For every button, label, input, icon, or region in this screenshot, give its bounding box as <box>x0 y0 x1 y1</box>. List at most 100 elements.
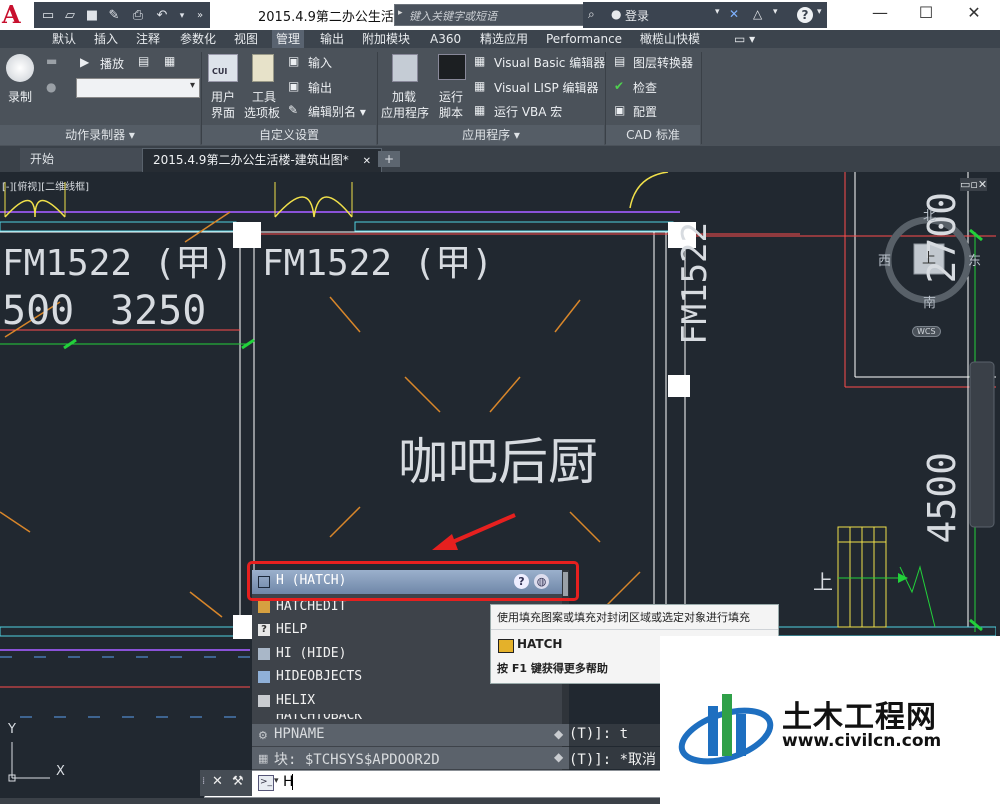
hatch-stroke <box>329 296 361 333</box>
tab-default[interactable]: 默认 <box>48 30 80 48</box>
tab-view[interactable]: 视图 <box>230 30 262 48</box>
recent-commands-dropdown-icon[interactable]: ▾ <box>274 776 279 786</box>
viewcube-east[interactable]: 东 <box>968 250 981 269</box>
hatch-stroke <box>189 591 223 618</box>
tooltip-help: 按 F1 键获得更多帮助 <box>497 662 608 675</box>
tool-palette-icon[interactable] <box>252 54 274 82</box>
close-icon[interactable]: ✕ <box>212 774 223 789</box>
save-icon[interactable]: ■ <box>84 8 100 24</box>
configure-icon[interactable]: ▣ <box>614 103 625 117</box>
tab-parametric[interactable]: 参数化 <box>176 30 220 48</box>
save-as-icon[interactable]: ✎ <box>106 8 122 24</box>
binoculars-icon[interactable]: ⌕ <box>588 7 595 22</box>
play-icon[interactable]: ▶ <box>80 55 89 69</box>
grip-icon[interactable]: ⁞ <box>202 776 205 787</box>
ribbon-minimize-icon[interactable]: ▭ ▾ <box>730 30 759 48</box>
close-tab-icon[interactable]: ✕ <box>363 156 371 167</box>
search-input[interactable]: ▸ 键入关键字或短语 <box>394 4 584 26</box>
panel-action-recorder[interactable]: 动作录制器 ▾ <box>0 125 200 145</box>
wcs-menu[interactable]: WCS <box>912 326 941 337</box>
viewport-controls-icon[interactable]: ▭▫✕ <box>960 178 988 191</box>
hatchedit-icon <box>258 601 270 613</box>
check-icon[interactable]: ✔ <box>614 79 624 93</box>
user-icon[interactable]: ● <box>611 7 621 21</box>
navigation-bar[interactable] <box>969 361 995 528</box>
a360-dropdown-icon[interactable]: ▾ <box>773 7 778 17</box>
tab-a360[interactable]: A360 <box>426 30 465 48</box>
manage-macro-icon[interactable]: ▦ <box>164 54 175 68</box>
viewcube-south[interactable]: 南 <box>923 292 936 311</box>
vb-editor-button[interactable]: Visual Basic 编辑器 <box>494 54 605 71</box>
load-application-label-1[interactable]: 加载 <box>392 88 416 105</box>
user-interface-label-2[interactable]: 界面 <box>211 104 235 121</box>
print-icon[interactable]: ⎙ <box>130 8 146 24</box>
autocomplete-item[interactable]: HELIX <box>252 690 554 713</box>
cui-icon[interactable]: CUI <box>208 54 238 82</box>
edit-alias-icon[interactable]: ✎ <box>288 103 298 117</box>
new-tab-button[interactable]: + <box>378 151 401 167</box>
login-link[interactable]: 登录 <box>625 7 649 24</box>
vba-editor-icon[interactable]: ▦ <box>474 54 485 68</box>
import-icon[interactable]: ▣ <box>288 54 299 68</box>
edit-alias-button[interactable]: 编辑别名 ▾ <box>308 103 366 120</box>
run-script-icon[interactable] <box>438 54 466 80</box>
hideobjects-icon <box>258 671 270 683</box>
exchange-icon[interactable]: ✕ <box>729 7 739 21</box>
run-script-label-2[interactable]: 脚本 <box>439 104 463 121</box>
undo-icon[interactable]: ↶ <box>154 8 170 24</box>
tab-olive-mountain[interactable]: 橄榄山快模 <box>636 30 704 48</box>
command-prompt-icon[interactable]: >_ <box>258 775 274 791</box>
tab-addins[interactable]: 附加模块 <box>358 30 414 48</box>
run-vba-icon[interactable]: ▦ <box>474 103 485 117</box>
viewcube-west[interactable]: 西 <box>878 250 891 269</box>
load-application-label-2[interactable]: 应用程序 <box>381 104 429 121</box>
viewcube-top-label[interactable]: 上 <box>922 248 936 268</box>
tab-manage[interactable]: 管理 <box>272 30 305 48</box>
a360-icon[interactable]: △ <box>753 7 762 21</box>
layer-translator-icon[interactable]: ▤ <box>614 54 625 68</box>
macro-icon[interactable]: ▤ <box>138 54 149 68</box>
export-icon[interactable]: ▣ <box>288 79 299 93</box>
viewport-label[interactable]: [-][俯视][二维线框] <box>2 178 89 193</box>
import-button[interactable]: 输入 <box>308 54 332 71</box>
run-vba-button[interactable]: 运行 VBA 宏 <box>494 103 562 120</box>
close-button[interactable]: ✕ <box>954 2 994 26</box>
login-dropdown-icon[interactable]: ▾ <box>715 7 720 17</box>
tab-featured-apps[interactable]: 精选应用 <box>476 30 532 48</box>
autocomplete-item[interactable]: HATCHTOBACK <box>252 714 554 724</box>
configure-button[interactable]: 配置 <box>633 103 657 120</box>
tab-drawing[interactable]: 2015.4.9第二办公生活楼-建筑出图* ✕ <box>142 148 382 173</box>
export-button[interactable]: 输出 <box>308 79 332 96</box>
lisp-editor-button[interactable]: Visual LISP 编辑器 <box>494 79 599 96</box>
tool-palette-label-1[interactable]: 工具 <box>252 88 276 105</box>
autocad-logo-button[interactable]: A <box>0 0 32 30</box>
run-script-label-1[interactable]: 运行 <box>439 88 463 105</box>
new-file-icon[interactable]: ▭ <box>40 8 56 24</box>
help-dropdown-icon[interactable]: ▾ <box>817 7 822 17</box>
open-folder-icon[interactable]: ▱ <box>62 8 78 24</box>
play-button[interactable]: 播放 <box>100 55 124 72</box>
check-button[interactable]: 检查 <box>633 79 657 96</box>
viewcube-north[interactable]: 北 <box>923 205 936 224</box>
wrench-icon[interactable]: ⚒ <box>232 774 244 789</box>
record-button[interactable]: 录制 <box>8 88 32 105</box>
tab-annotate[interactable]: 注释 <box>132 30 164 48</box>
tool-palette-label-2[interactable]: 选项板 <box>244 104 280 121</box>
record-icon[interactable] <box>6 54 34 82</box>
tab-start[interactable]: 开始 <box>20 148 150 171</box>
tab-output[interactable]: 输出 <box>316 30 348 48</box>
tab-performance[interactable]: Performance <box>542 30 626 48</box>
undo-dropdown-icon[interactable]: ▾ <box>174 8 190 24</box>
load-application-icon[interactable] <box>392 54 418 82</box>
help-icon[interactable]: ? <box>797 7 813 23</box>
lisp-editor-icon[interactable]: ▦ <box>474 79 485 93</box>
layer-translator-button[interactable]: 图层转换器 <box>633 54 693 71</box>
user-interface-label-1[interactable]: 用户 <box>211 88 235 105</box>
overflow-icon[interactable]: » <box>192 8 208 24</box>
macro-select[interactable]: ▾ <box>76 78 200 98</box>
panel-applications[interactable]: 应用程序 ▾ <box>378 125 604 145</box>
minimize-button[interactable]: — <box>860 2 900 26</box>
maximize-button[interactable]: ☐ <box>906 2 946 26</box>
tab-insert[interactable]: 插入 <box>90 30 122 48</box>
ucs-x-label: X <box>56 764 65 779</box>
